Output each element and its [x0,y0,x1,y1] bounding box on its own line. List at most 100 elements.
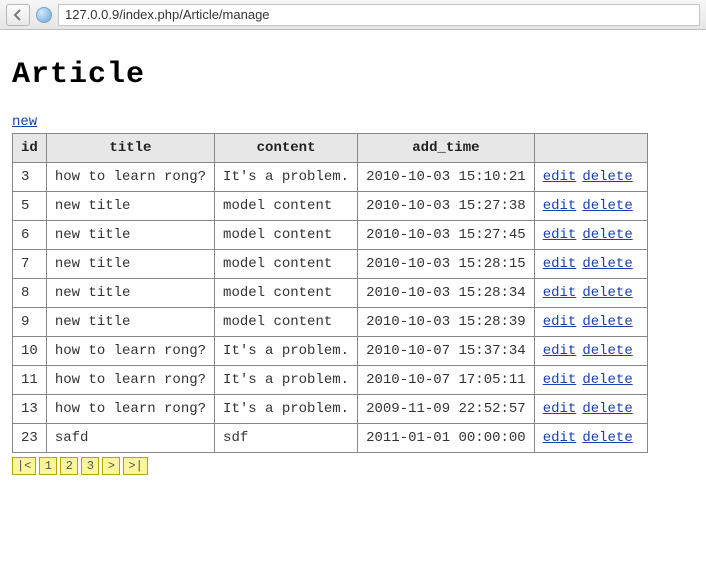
cell-content: It's a problem. [215,366,358,395]
col-actions [534,134,647,163]
cell-id: 10 [13,337,47,366]
pager-page[interactable]: 3 [81,457,99,475]
cell-content: model content [215,279,358,308]
cell-add_time: 2009-11-09 22:52:57 [358,395,535,424]
cell-actions: edit delete [534,192,647,221]
col-addtime: add_time [358,134,535,163]
edit-link[interactable]: edit [543,169,577,185]
delete-link[interactable]: delete [582,227,632,243]
cell-content: It's a problem. [215,163,358,192]
table-header-row: id title content add_time [13,134,648,163]
cell-add_time: 2010-10-03 15:27:45 [358,221,535,250]
cell-actions: edit delete [534,424,647,453]
delete-link[interactable]: delete [582,256,632,272]
pager-first[interactable]: |< [12,457,36,475]
cell-id: 13 [13,395,47,424]
table-row: 23safdsdf2011-01-01 00:00:00 edit delete [13,424,648,453]
edit-link[interactable]: edit [543,256,577,272]
cell-add_time: 2010-10-03 15:28:34 [358,279,535,308]
cell-title: new title [46,279,214,308]
table-row: 8new titlemodel content2010-10-03 15:28:… [13,279,648,308]
cell-actions: edit delete [534,395,647,424]
cell-title: new title [46,250,214,279]
col-id: id [13,134,47,163]
delete-link[interactable]: delete [582,401,632,417]
cell-add_time: 2010-10-03 15:27:38 [358,192,535,221]
cell-id: 5 [13,192,47,221]
cell-title: how to learn rong? [46,337,214,366]
arrow-left-icon [12,9,24,21]
globe-icon [36,7,52,23]
cell-title: new title [46,308,214,337]
article-table: id title content add_time 3how to learn … [12,133,648,453]
edit-link[interactable]: edit [543,401,577,417]
pager-page[interactable]: 1 [39,457,57,475]
pager: |< 123 > >| [12,457,694,475]
cell-content: sdf [215,424,358,453]
edit-link[interactable]: edit [543,430,577,446]
delete-link[interactable]: delete [582,430,632,446]
edit-link[interactable]: edit [543,314,577,330]
cell-add_time: 2010-10-03 15:10:21 [358,163,535,192]
cell-title: how to learn rong? [46,395,214,424]
cell-add_time: 2010-10-03 15:28:39 [358,308,535,337]
edit-link[interactable]: edit [543,285,577,301]
page-content: Article new id title content add_time 3h… [0,30,706,485]
browser-toolbar: 127.0.0.9/index.php/Article/manage [0,0,706,30]
cell-add_time: 2010-10-07 17:05:11 [358,366,535,395]
cell-title: how to learn rong? [46,163,214,192]
cell-actions: edit delete [534,279,647,308]
cell-id: 23 [13,424,47,453]
table-row: 11how to learn rong?It's a problem.2010-… [13,366,648,395]
pager-last[interactable]: >| [123,457,147,475]
cell-id: 7 [13,250,47,279]
delete-link[interactable]: delete [582,198,632,214]
url-bar[interactable]: 127.0.0.9/index.php/Article/manage [58,4,700,26]
delete-link[interactable]: delete [582,343,632,359]
cell-title: new title [46,192,214,221]
table-row: 9new titlemodel content2010-10-03 15:28:… [13,308,648,337]
cell-content: model content [215,192,358,221]
page-title: Article [12,58,694,92]
table-row: 5new titlemodel content2010-10-03 15:27:… [13,192,648,221]
cell-actions: edit delete [534,250,647,279]
delete-link[interactable]: delete [582,372,632,388]
table-row: 6new titlemodel content2010-10-03 15:27:… [13,221,648,250]
cell-content: It's a problem. [215,337,358,366]
cell-actions: edit delete [534,366,647,395]
cell-title: how to learn rong? [46,366,214,395]
col-content: content [215,134,358,163]
edit-link[interactable]: edit [543,372,577,388]
cell-add_time: 2010-10-03 15:28:15 [358,250,535,279]
cell-actions: edit delete [534,308,647,337]
cell-actions: edit delete [534,337,647,366]
cell-add_time: 2010-10-07 15:37:34 [358,337,535,366]
table-row: 10how to learn rong?It's a problem.2010-… [13,337,648,366]
cell-content: model content [215,308,358,337]
cell-id: 11 [13,366,47,395]
cell-add_time: 2011-01-01 00:00:00 [358,424,535,453]
table-row: 3how to learn rong?It's a problem.2010-1… [13,163,648,192]
cell-content: model content [215,250,358,279]
cell-actions: edit delete [534,221,647,250]
pager-next[interactable]: > [102,457,120,475]
delete-link[interactable]: delete [582,314,632,330]
delete-link[interactable]: delete [582,285,632,301]
url-text: 127.0.0.9/index.php/Article/manage [65,7,270,22]
back-button[interactable] [6,4,30,26]
col-title: title [46,134,214,163]
edit-link[interactable]: edit [543,198,577,214]
cell-id: 3 [13,163,47,192]
table-row: 13how to learn rong?It's a problem.2009-… [13,395,648,424]
cell-id: 6 [13,221,47,250]
cell-content: It's a problem. [215,395,358,424]
pager-page[interactable]: 2 [60,457,78,475]
edit-link[interactable]: edit [543,343,577,359]
cell-actions: edit delete [534,163,647,192]
delete-link[interactable]: delete [582,169,632,185]
edit-link[interactable]: edit [543,227,577,243]
cell-title: safd [46,424,214,453]
table-row: 7new titlemodel content2010-10-03 15:28:… [13,250,648,279]
new-link[interactable]: new [12,114,37,130]
cell-content: model content [215,221,358,250]
